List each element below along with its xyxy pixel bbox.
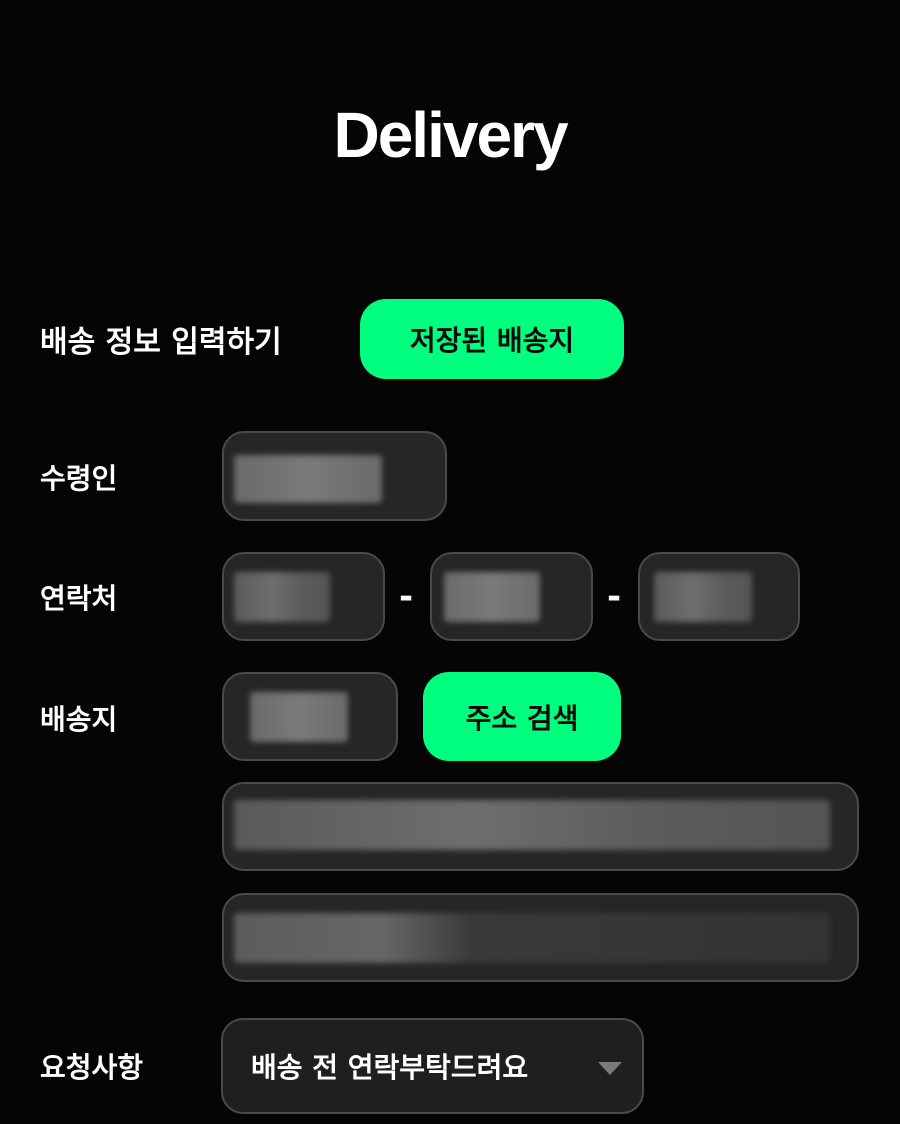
redacted-value [250,692,348,742]
chevron-down-icon [598,1062,622,1075]
section-title: 배송 정보 입력하기 [40,325,282,360]
phone-separator: - [607,577,622,617]
address-line-1-input[interactable] [222,782,859,871]
address-line-2-input[interactable] [222,893,859,982]
address-search-button[interactable]: 주소 검색 [423,672,621,761]
redacted-value [444,572,540,622]
delivery-page: Delivery 배송 정보 입력하기 저장된 배송지 수령인 연락처 - - … [0,0,900,1124]
postcode-input[interactable] [222,672,398,761]
phone-part-3-input[interactable] [638,552,800,641]
redacted-value [234,800,830,850]
redacted-value [234,913,830,963]
request-select[interactable]: 배송 전 연락부탁드려요 [221,1018,644,1114]
delivery-logo: Delivery [333,99,568,171]
recipient-label: 수령인 [40,462,118,495]
redacted-value [234,455,382,503]
phone-separator: - [399,577,414,617]
phone-part-1-input[interactable] [222,552,385,641]
redacted-value [654,572,752,622]
request-label: 요청사항 [40,1051,144,1084]
phone-part-2-input[interactable] [430,552,593,641]
saved-addresses-button[interactable]: 저장된 배송지 [360,299,624,379]
request-selected-value: 배송 전 연락부탁드려요 [251,1051,529,1084]
address-label: 배송지 [40,703,118,736]
redacted-value [234,572,330,622]
contact-label: 연락처 [40,582,118,615]
recipient-input[interactable] [222,431,447,521]
